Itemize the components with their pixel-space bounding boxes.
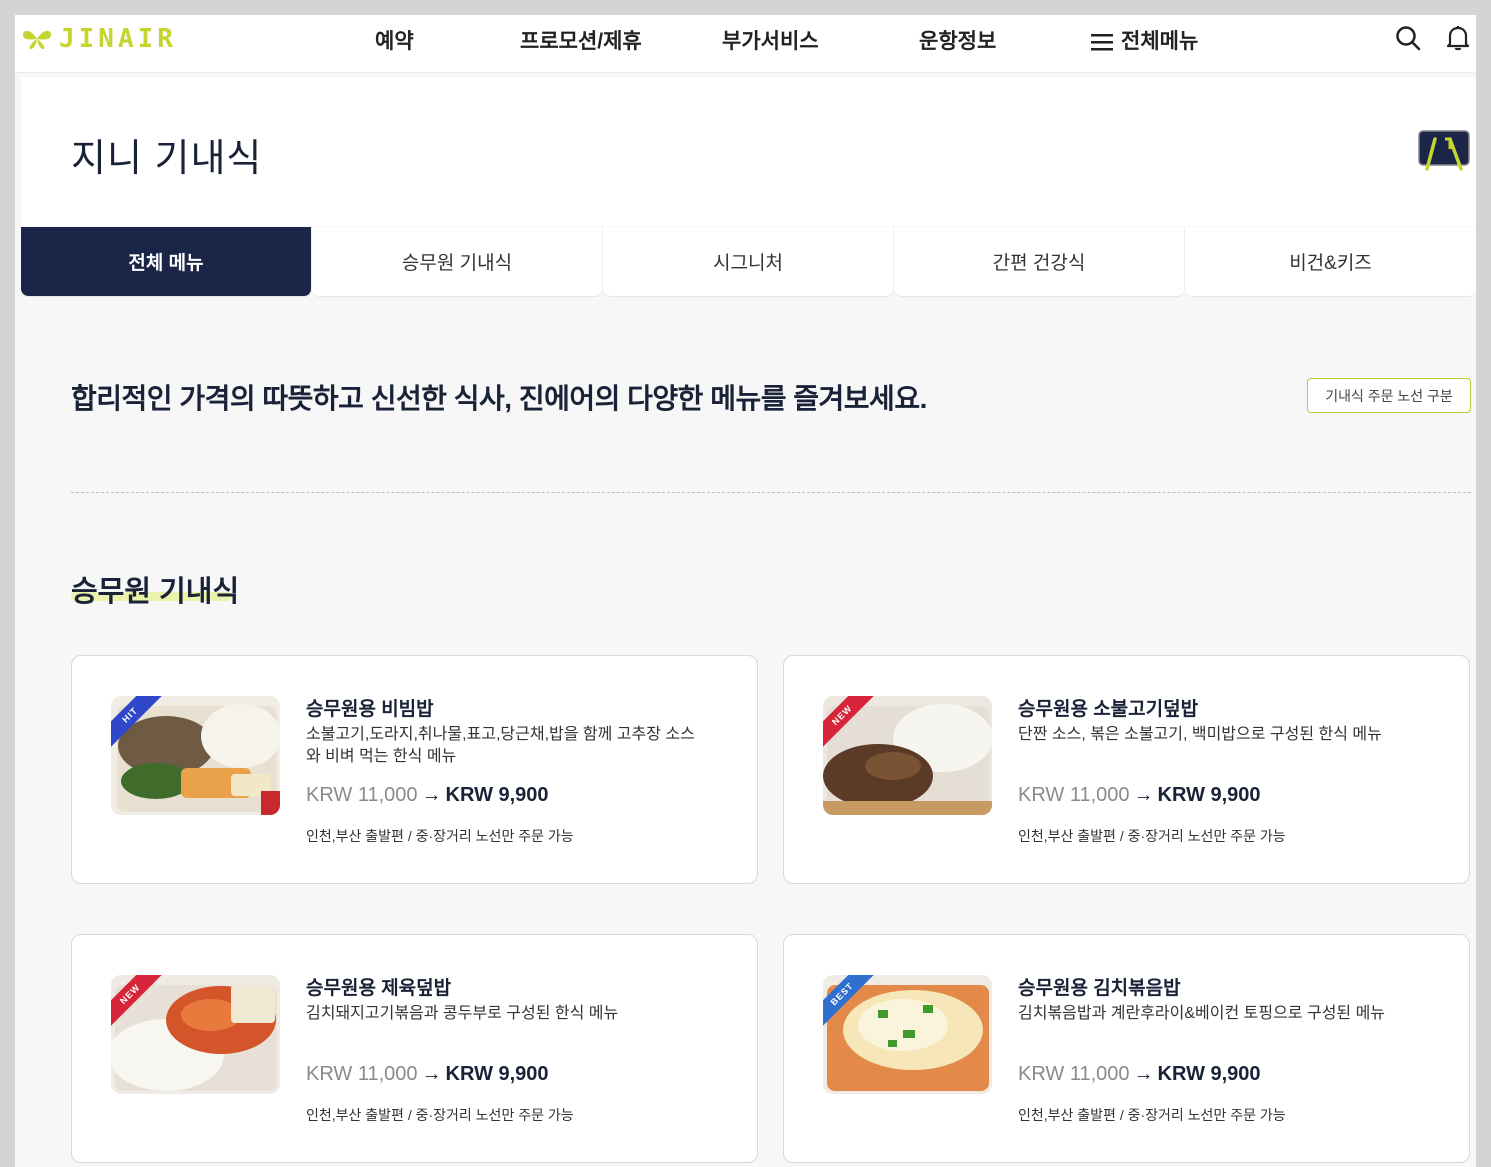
- menu-description: 김치돼지고기볶음과 콩두부로 구성된 한식 메뉴: [306, 1005, 619, 1022]
- tab-vegan-kids[interactable]: 비건&키즈: [1185, 227, 1476, 297]
- food-image-bibimbap: HIT: [111, 696, 280, 815]
- menu-description: 김치볶음밥과 계란후라이&베이컨 토핑으로 구성된 메뉴: [1018, 1005, 1386, 1022]
- food-image-jeyuk: NEW: [111, 975, 280, 1094]
- menu-description: 단짠 소스, 볶은 소불고기, 백미밥으로 구성된 한식 메뉴: [1018, 726, 1382, 743]
- search-icon[interactable]: [1395, 25, 1421, 51]
- order-note: 인천,부산 출발편 / 중·장거리 노선만 주문 가능: [306, 1107, 574, 1123]
- dashed-divider: [71, 492, 1471, 493]
- menu-tabs: 전체 메뉴 승무원 기내식 시그니처 간편 건강식 비건&키즈: [21, 227, 1476, 297]
- price: KRW 11,000 → KRW 9,900: [1018, 784, 1261, 807]
- original-price: KRW 11,000: [306, 1063, 418, 1085]
- tab-all-menu[interactable]: 전체 메뉴: [21, 227, 312, 297]
- nav-all-menu-label: 전체메뉴: [1121, 30, 1199, 53]
- arrow-right-icon: →: [1133, 1063, 1154, 1085]
- food-image-bulgogi: NEW: [823, 696, 992, 815]
- page-title: 지니 기내식: [71, 138, 263, 180]
- menu-name: 승무원용 제육덮밥: [306, 978, 452, 999]
- original-price: KRW 11,000: [306, 784, 418, 806]
- headline: 합리적인 가격의 따뜻하고 신선한 식사, 진에어의 다양한 메뉴를 즐겨보세요…: [71, 383, 927, 414]
- nav-reservation[interactable]: 예약: [375, 25, 414, 55]
- sale-price: KRW 9,900: [1157, 784, 1261, 806]
- sale-price: KRW 9,900: [1157, 1063, 1261, 1085]
- nav-flight-info[interactable]: 운항정보: [919, 25, 996, 55]
- menu-card[interactable]: BEST 승무원용 김치볶음밥 김치볶음밥과 계란후라이&베이컨 토핑으로 구성…: [783, 934, 1470, 1163]
- order-note: 인천,부산 출발편 / 중·장거리 노선만 주문 가능: [1018, 828, 1286, 844]
- bell-icon[interactable]: [1446, 25, 1470, 51]
- tab-signature[interactable]: 시그니처: [603, 227, 894, 297]
- jinair-logo[interactable]: JINAIR: [21, 24, 177, 54]
- original-price: KRW 11,000: [1018, 1063, 1130, 1085]
- route-info-button[interactable]: 기내식 주문 노선 구분: [1307, 378, 1471, 413]
- order-note: 인천,부산 출발편 / 중·장거리 노선만 주문 가능: [306, 828, 574, 844]
- original-price: KRW 11,000: [1018, 784, 1130, 806]
- nav-extra-services[interactable]: 부가서비스: [722, 25, 819, 55]
- butterfly-icon: [23, 30, 51, 49]
- price: KRW 11,000 → KRW 9,900: [306, 784, 549, 807]
- hamburger-icon: [1091, 34, 1113, 51]
- menu-name: 승무원용 소불고기덮밥: [1018, 699, 1199, 720]
- sale-price: KRW 9,900: [445, 1063, 549, 1085]
- meal-tray-icon: [1418, 130, 1470, 171]
- menu-name: 승무원용 비빔밥: [306, 699, 434, 720]
- sale-price: KRW 9,900: [445, 784, 549, 806]
- tab-healthy[interactable]: 간편 건강식: [894, 227, 1185, 297]
- menu-card[interactable]: NEW 승무원용 소불고기덮밥 단짠 소스, 볶은 소불고기, 백미밥으로 구성…: [783, 655, 1470, 884]
- nav-all-menu[interactable]: 전체메뉴: [1091, 25, 1198, 55]
- page-frame: JINAIR 예약 프로모션/제휴 부가서비스 운항정보 전체메뉴 지니 기내식…: [15, 15, 1476, 1167]
- arrow-right-icon: →: [421, 784, 442, 806]
- menu-card[interactable]: NEW 승무원용 제육덮밥 김치돼지고기볶음과 콩두부로 구성된 한식 메뉴 K…: [71, 934, 758, 1163]
- menu-card[interactable]: HIT 승무원용 비빔밥 소불고기,도라지,취나물,표고,당근채,밥을 함께 고…: [71, 655, 758, 884]
- order-note: 인천,부산 출발편 / 중·장거리 노선만 주문 가능: [1018, 1107, 1286, 1123]
- menu-description: 소불고기,도라지,취나물,표고,당근채,밥을 함께 고추장 소스와 비벼 먹는 …: [306, 726, 695, 765]
- site-header: JINAIR 예약 프로모션/제휴 부가서비스 운항정보 전체메뉴: [15, 15, 1476, 73]
- section-title: 승무원 기내식: [71, 576, 240, 608]
- nav-promotion[interactable]: 프로모션/제휴: [520, 25, 642, 55]
- tab-crew-meal[interactable]: 승무원 기내식: [312, 227, 603, 297]
- menu-name: 승무원용 김치볶음밥: [1018, 978, 1181, 999]
- food-image-kimchi-fried-rice: BEST: [823, 975, 992, 1094]
- title-section: 지니 기내식: [21, 77, 1476, 226]
- arrow-right-icon: →: [1133, 784, 1154, 806]
- price: KRW 11,000 → KRW 9,900: [306, 1063, 549, 1086]
- logo-text: JINAIR: [59, 24, 177, 54]
- price: KRW 11,000 → KRW 9,900: [1018, 1063, 1261, 1086]
- arrow-right-icon: →: [421, 1063, 442, 1085]
